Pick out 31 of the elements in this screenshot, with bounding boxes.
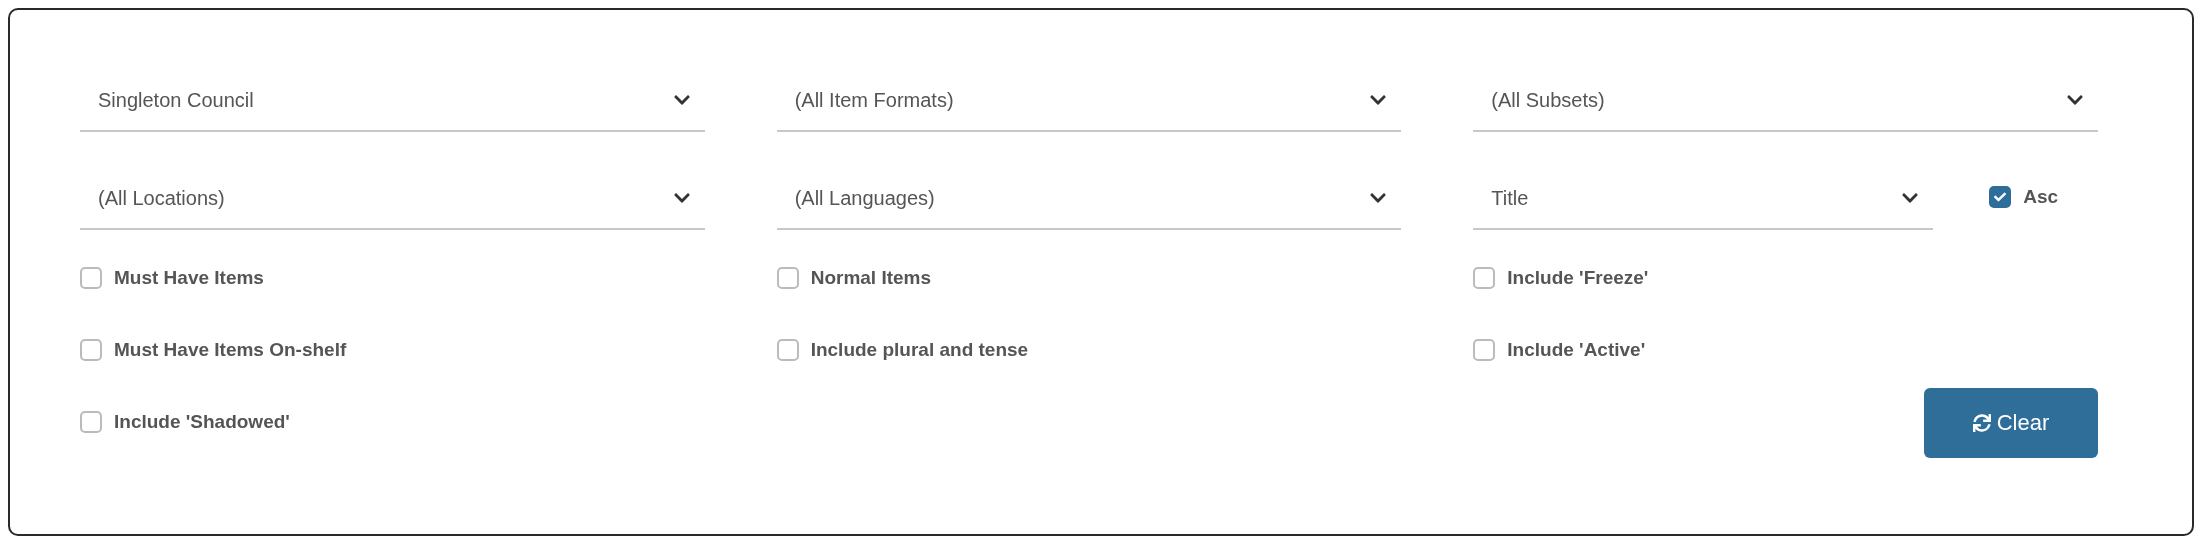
- refresh-icon: [1972, 414, 1991, 432]
- dropdown-value: (All Item Formats): [794, 88, 954, 112]
- checkbox[interactable]: [1989, 186, 2012, 208]
- clear-button[interactable]: Clear: [1924, 388, 2098, 458]
- dropdown-value: Title: [1491, 186, 1529, 210]
- dropdown-field[interactable]: (All Locations): [80, 168, 705, 230]
- dropdown-value: (All Locations): [98, 186, 225, 210]
- dropdown-value: Singleton Council: [98, 88, 254, 112]
- checkbox-label: Must Have Items On-shelf: [114, 339, 347, 361]
- checkbox-label: Include 'Shadowed': [114, 411, 290, 433]
- checkbox[interactable]: [1473, 267, 1496, 289]
- check-icon: [1994, 191, 2007, 203]
- checkbox[interactable]: [80, 339, 102, 361]
- checkbox[interactable]: [80, 411, 102, 433]
- checkbox-label: Include 'Freeze': [1507, 267, 1649, 289]
- dropdown-value: (All Languages): [794, 186, 935, 210]
- dropdown-field[interactable]: (All Languages): [776, 168, 1402, 230]
- dropdown-field[interactable]: (All Item Formats): [776, 70, 1402, 132]
- dropdown-value: (All Subsets): [1491, 88, 1605, 112]
- checkbox-label: Include plural and tense: [810, 339, 1029, 361]
- checkbox[interactable]: [776, 267, 799, 289]
- dropdown-field[interactable]: Title: [1473, 168, 1934, 230]
- checkbox-label: Asc: [2023, 186, 2059, 208]
- checkbox[interactable]: [1473, 339, 1496, 361]
- dropdown-field[interactable]: Singleton Council: [80, 70, 705, 132]
- dropdown-field[interactable]: (All Subsets): [1473, 70, 2098, 132]
- checkbox-label: Must Have Items: [114, 267, 264, 289]
- checkbox[interactable]: [776, 339, 799, 361]
- checkbox-label: Include 'Active': [1507, 339, 1646, 361]
- checkbox-label: Normal Items: [810, 267, 932, 289]
- checkbox[interactable]: [80, 267, 102, 289]
